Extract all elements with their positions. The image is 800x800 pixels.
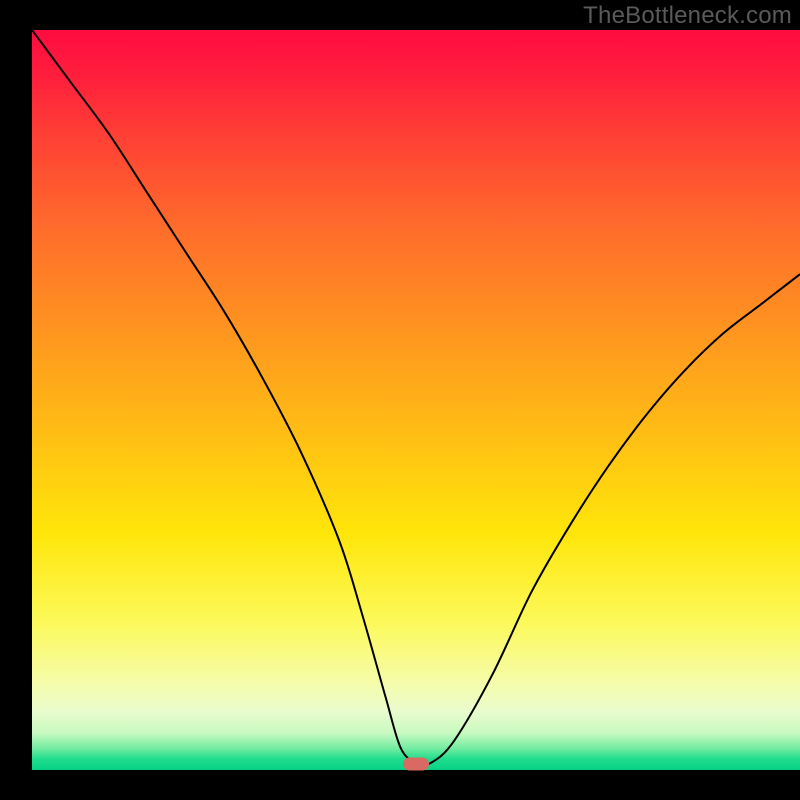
bottleneck-curve (32, 30, 800, 770)
watermark-text: TheBottleneck.com (583, 2, 792, 30)
plot-area (32, 30, 800, 770)
optimal-point-marker (403, 758, 429, 771)
chart-container: TheBottleneck.com (0, 0, 800, 800)
